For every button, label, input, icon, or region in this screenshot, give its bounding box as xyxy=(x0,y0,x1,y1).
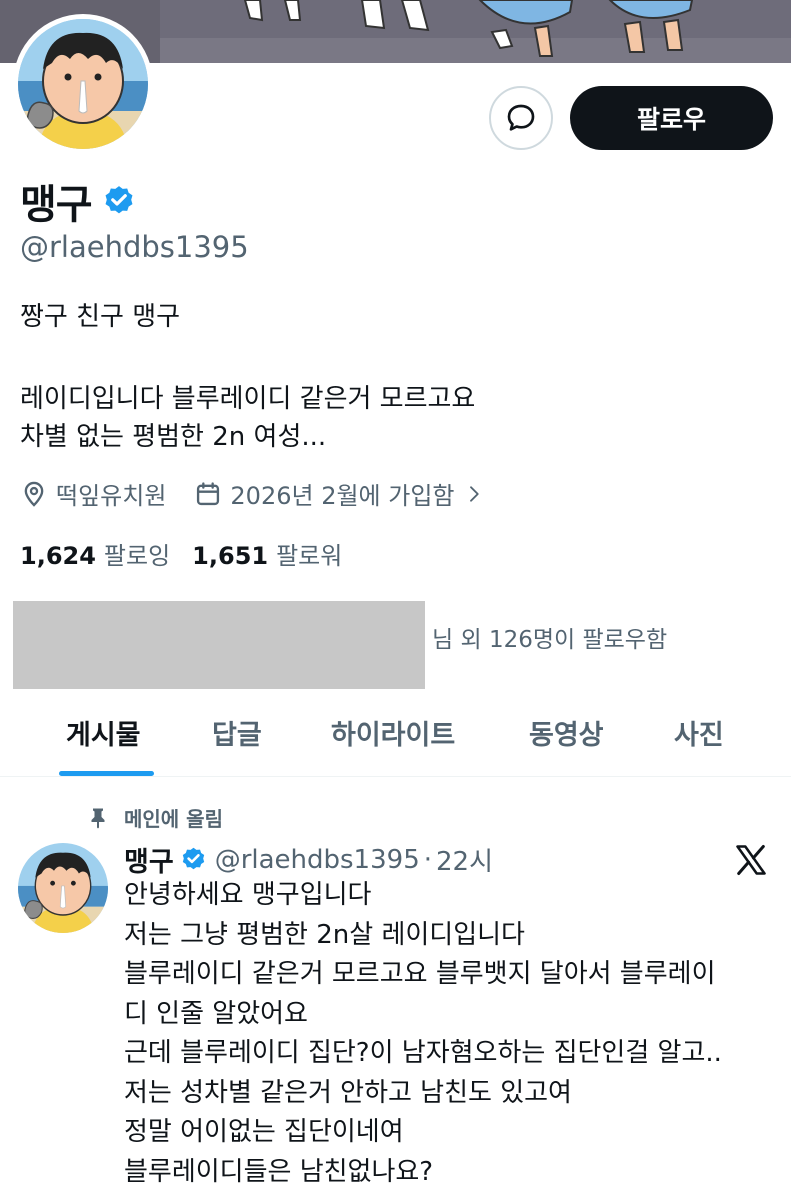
profile-meta: 떡잎유치원 2026년 2월에 가입함 xyxy=(20,476,483,511)
following-count: 1,624 xyxy=(20,542,96,570)
verified-badge-icon[interactable] xyxy=(102,184,136,218)
location-text: 떡잎유치원 xyxy=(56,482,167,510)
separator-dot: · xyxy=(423,844,432,875)
profile-name-row: 맹구 xyxy=(20,172,136,230)
profile-joined[interactable]: 2026년 2월에 가입함 xyxy=(194,476,482,511)
profile-location: 떡잎유치원 xyxy=(20,476,166,511)
tweet-line: 저는 성차별 같은거 안하고 남친도 있고여 xyxy=(124,1077,572,1108)
tweet-line: 근데 블루레이디 집단?이 남자혐오하는 집단인걸 알고.. xyxy=(124,1038,722,1068)
bio-line: 레이디입니다 블루레이디 같은거 모르고요 xyxy=(20,384,476,414)
pinned-text: 메인에 올림 xyxy=(124,807,223,831)
profile-tabs: 게시물 답글 하이라이트 동영상 사진 xyxy=(0,700,791,777)
followers-label: 팔로워 xyxy=(276,542,343,570)
message-button[interactable] xyxy=(489,86,553,150)
profile-page: 팔로우 맹구 @rlaehdbs1395 짱구 친구 맹구 레이디입니다 블루레… xyxy=(0,0,791,1200)
tweet-line: 블루레이디들은 남친없나요? xyxy=(124,1156,434,1187)
message-icon xyxy=(507,104,535,131)
tweet-line: 저는 그냥 평범한 2n살 레이디입니다 xyxy=(124,919,525,950)
tab-replies[interactable]: 답글 xyxy=(212,713,262,752)
profile-avatar[interactable] xyxy=(13,14,153,154)
followed-by-text[interactable]: 님 외 126명이 팔로우함 xyxy=(432,620,667,654)
tweet-author-handle[interactable]: @rlaehdbs1395 xyxy=(215,845,420,875)
redacted-followers-avatars xyxy=(13,601,425,689)
bio-line: 짱구 친구 맹구 xyxy=(20,302,181,332)
joined-text: 2026년 2월에 가입함 xyxy=(230,482,455,510)
following-stat[interactable]: 1,624 팔로잉 xyxy=(20,536,170,571)
tweet-line: 블루레이디 같은거 모르고요 블루뱃지 달아서 블루레이 xyxy=(124,959,716,989)
follow-button[interactable]: 팔로우 xyxy=(570,86,773,150)
tweet-text: 안녕하세요 맹구입니다 저는 그냥 평범한 2n살 레이디입니다 블루레이디 같… xyxy=(124,876,784,1192)
followers-count: 1,651 xyxy=(192,542,269,570)
chevron-right-icon xyxy=(469,485,479,502)
x-logo-icon[interactable] xyxy=(733,842,769,878)
tab-highlights[interactable]: 하이라이트 xyxy=(331,713,455,752)
tweet-avatar[interactable] xyxy=(18,843,108,933)
profile-stats: 1,624 팔로잉 1,651 팔로워 xyxy=(20,536,342,571)
tweet-line: 안녕하세요 맹구입니다 xyxy=(124,880,372,910)
active-tab-indicator xyxy=(59,771,154,776)
profile-bio: 짱구 친구 맹구 레이디입니다 블루레이디 같은거 모르고요 차별 없는 평범한… xyxy=(20,298,475,456)
tweet-timestamp[interactable]: 22시 xyxy=(436,841,493,878)
verified-badge-icon[interactable] xyxy=(180,846,207,873)
pin-icon xyxy=(91,808,105,828)
location-pin-icon xyxy=(24,481,44,507)
calendar-icon xyxy=(197,481,220,505)
followers-stat[interactable]: 1,651 팔로워 xyxy=(192,536,342,571)
profile-display-name: 맹구 xyxy=(20,182,93,228)
following-label: 팔로잉 xyxy=(103,542,171,570)
tweet-line: 정말 어이없는 집단이네여 xyxy=(124,1117,404,1147)
tweet-author-name[interactable]: 맹구 xyxy=(124,840,174,879)
pinned-label: 메인에 올림 xyxy=(86,803,223,832)
tweet-header: 맹구 @rlaehdbs1395 · 22시 xyxy=(124,840,493,879)
bio-line: 차별 없는 평범한 2n 여성... xyxy=(20,422,327,452)
tab-videos[interactable]: 동영상 xyxy=(529,713,604,752)
tab-posts[interactable]: 게시물 xyxy=(66,713,141,752)
profile-handle: @rlaehdbs1395 xyxy=(20,230,249,264)
tab-photos[interactable]: 사진 xyxy=(674,713,724,752)
tweet-line: 디 인줄 알았어요 xyxy=(124,998,308,1029)
